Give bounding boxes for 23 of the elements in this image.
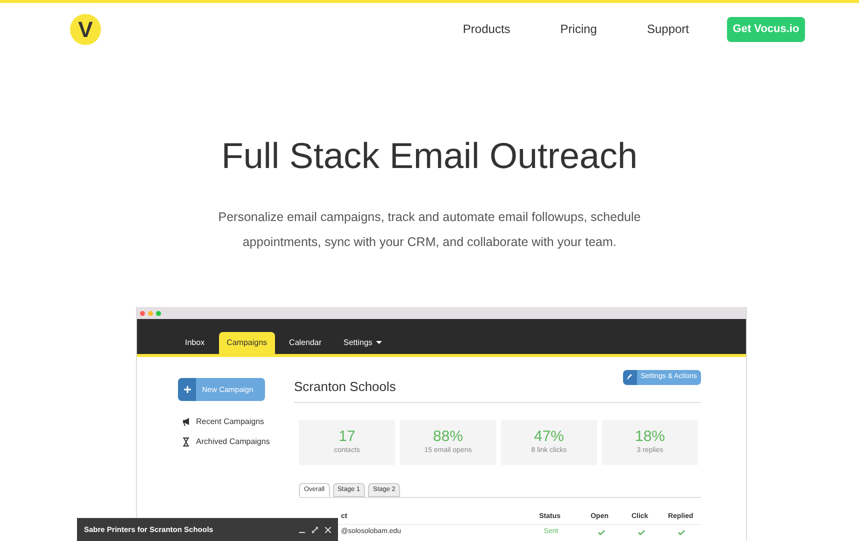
stat-value: 17 (338, 428, 356, 446)
hero-title: Full Stack Email Outreach (220, 134, 639, 178)
hourglass-icon (182, 437, 190, 447)
stat-value: 88% (432, 428, 464, 446)
expand-icon[interactable] (312, 526, 318, 532)
stat-value: 18% (634, 428, 666, 446)
nav-link[interactable]: Products (462, 20, 510, 38)
nav-link[interactable]: Support (646, 20, 689, 38)
campaign-title: Scranton Schools (294, 378, 396, 396)
sidebar-link[interactable]: Archived Campaigns (182, 436, 294, 448)
nav-link[interactable]: Pricing (560, 20, 597, 38)
plus-icon (178, 378, 196, 401)
close-icon[interactable] (325, 526, 331, 532)
sidebar-link[interactable]: Recent Campaigns (182, 416, 294, 428)
nav-tab[interactable]: Campaigns (218, 332, 276, 354)
pencil-icon (622, 370, 637, 385)
hero-subtitle: Personalize email campaigns, track and automate email followups, schedule appointments, sync with your CRM, and collaborate with your team. (217, 209, 642, 251)
nav-tab[interactable]: Inbox (177, 332, 213, 354)
logo[interactable]: V (70, 14, 101, 44)
nav-tab[interactable]: Settings (336, 332, 390, 354)
nav-tab[interactable]: Calendar (281, 332, 330, 354)
stat-value: 47% (534, 428, 564, 446)
megaphone-icon (182, 417, 190, 427)
